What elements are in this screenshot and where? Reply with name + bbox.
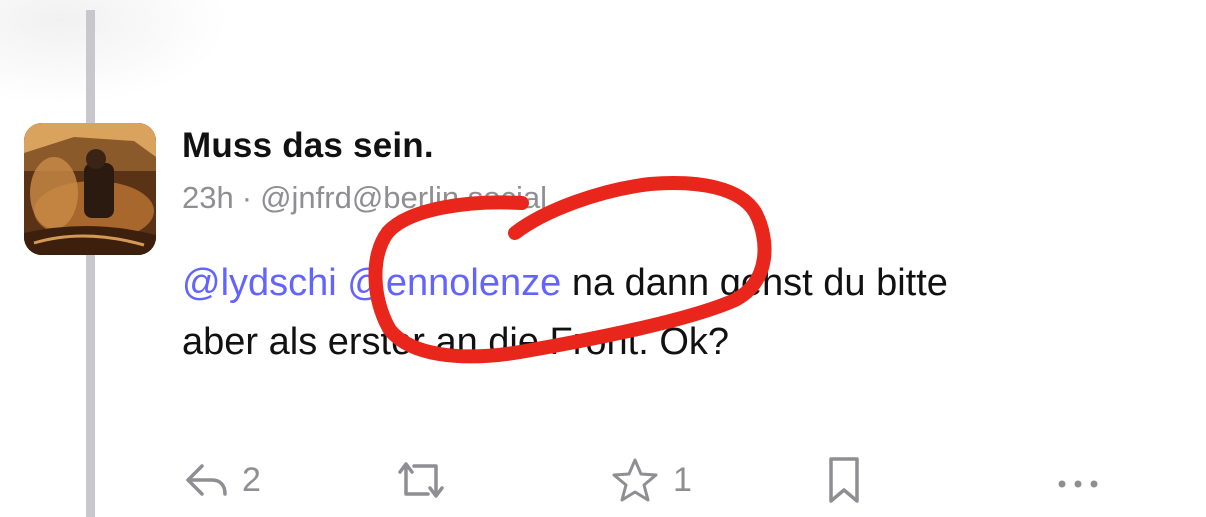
- star-icon: [612, 458, 658, 502]
- post-time[interactable]: 23h: [182, 180, 234, 215]
- status-text-line2: aber als erster an die Front. Ok?: [182, 321, 730, 363]
- boost-button[interactable]: [394, 452, 448, 508]
- post-meta: 23h · @jnfrd@berlin.social: [182, 180, 547, 216]
- more-button[interactable]: [1056, 452, 1100, 508]
- bookmark-icon: [829, 457, 859, 503]
- bookmark-button[interactable]: [826, 452, 862, 508]
- favourite-button[interactable]: 1: [611, 452, 692, 508]
- reply-icon: [186, 464, 227, 496]
- reply-count: 2: [242, 460, 261, 499]
- mention-link[interactable]: @ennolenze: [347, 262, 561, 304]
- mention-link[interactable]: @lydschi: [182, 262, 337, 304]
- avatar[interactable]: [24, 123, 156, 255]
- status-view: Muss das sein. 23h · @jnfrd@berlin.social …: [0, 0, 1206, 517]
- avatar-image: [24, 123, 156, 255]
- favourite-count: 1: [673, 460, 692, 499]
- status-content: @lydschi @ennolenze na dann gehst du bit…: [182, 254, 1162, 372]
- status-text-line1: na dann gehst du bitte: [561, 262, 948, 304]
- boost-icon: [398, 462, 444, 498]
- author-handle[interactable]: @jnfrd@berlin.social: [260, 180, 547, 215]
- reply-button[interactable]: 2: [184, 452, 261, 508]
- more-icon: [1058, 480, 1098, 488]
- thread-line: [86, 10, 95, 517]
- display-name[interactable]: Muss das sein.: [182, 126, 434, 166]
- action-bar: 2 1: [0, 452, 1206, 508]
- meta-separator: ·: [241, 180, 253, 215]
